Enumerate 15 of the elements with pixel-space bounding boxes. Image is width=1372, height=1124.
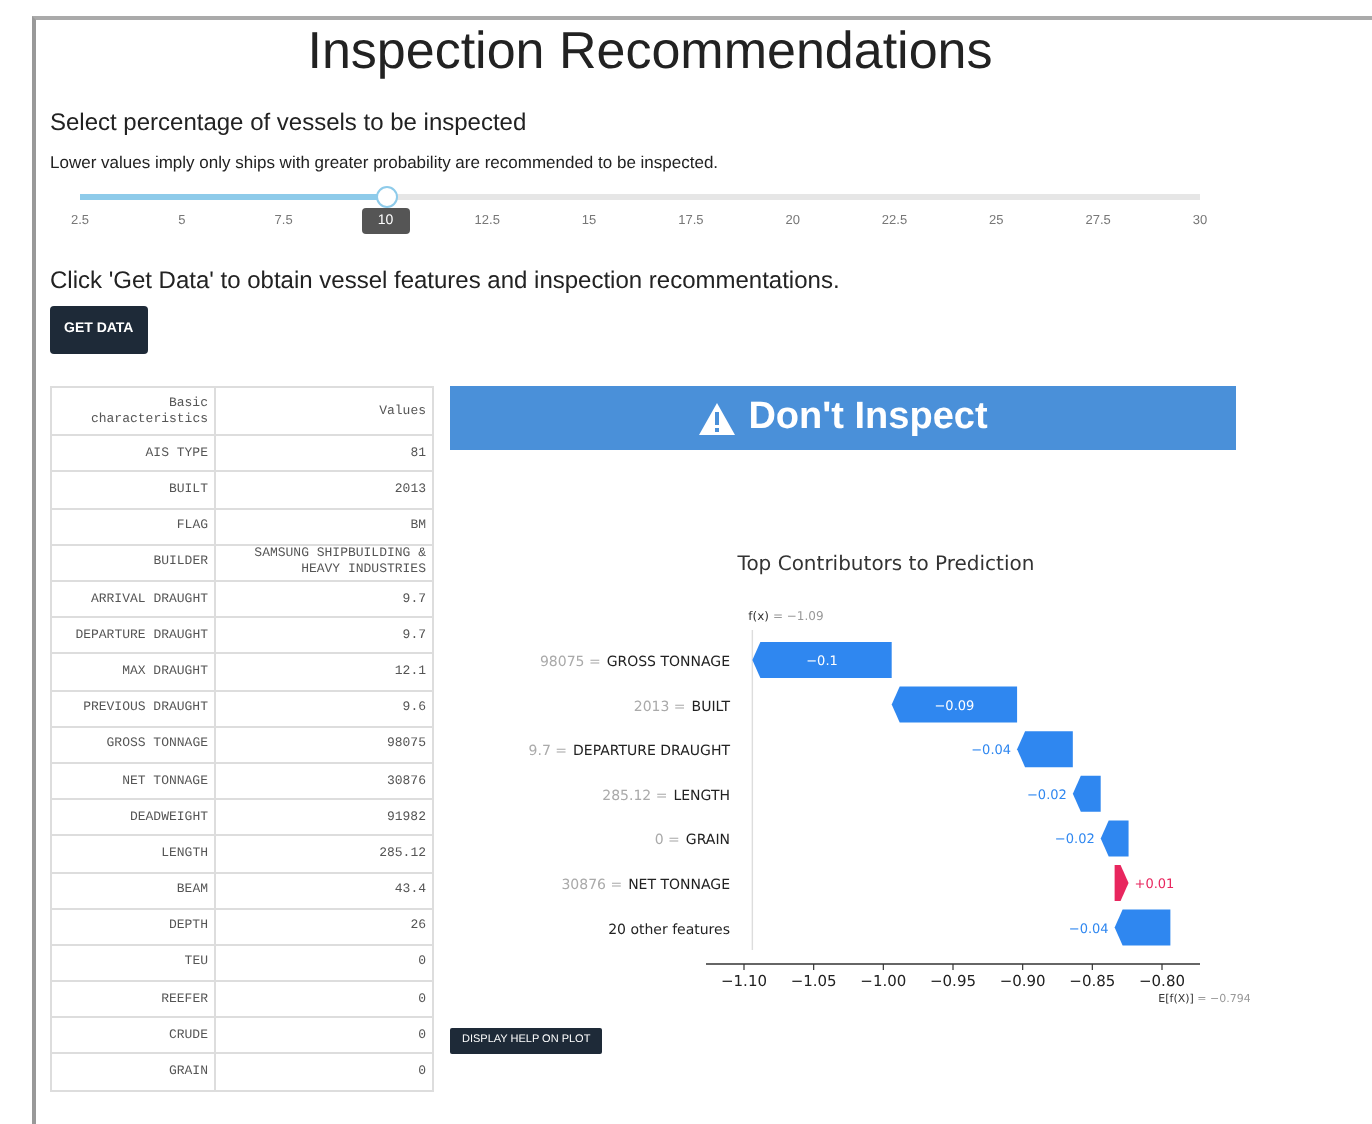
- slider-hint: Lower values imply only ships with greater probability are recommended to be inspected.: [50, 150, 721, 176]
- contribution-bar: [752, 642, 892, 679]
- slider-label: Select percentage of vessels to be inspected: [50, 106, 529, 140]
- page-title: Inspection Recommendations: [305, 20, 995, 80]
- instruction-text: Click 'Get Data' to obtain vessel features and inspection recommentations.: [50, 263, 842, 298]
- chart-title: Top Contributors to Prediction: [737, 554, 1035, 577]
- contribution-bar: [1114, 910, 1171, 947]
- contribution-bar: [1072, 776, 1101, 813]
- warning-icon: [698, 401, 737, 436]
- contribution-bar: [1100, 820, 1129, 857]
- recommendation-text: Don't Inspect: [748, 394, 988, 442]
- slider-handle[interactable]: [375, 185, 398, 208]
- contribution-bar: [1114, 865, 1129, 902]
- contribution-bar: [891, 687, 1018, 724]
- contribution-bar: [1017, 731, 1073, 768]
